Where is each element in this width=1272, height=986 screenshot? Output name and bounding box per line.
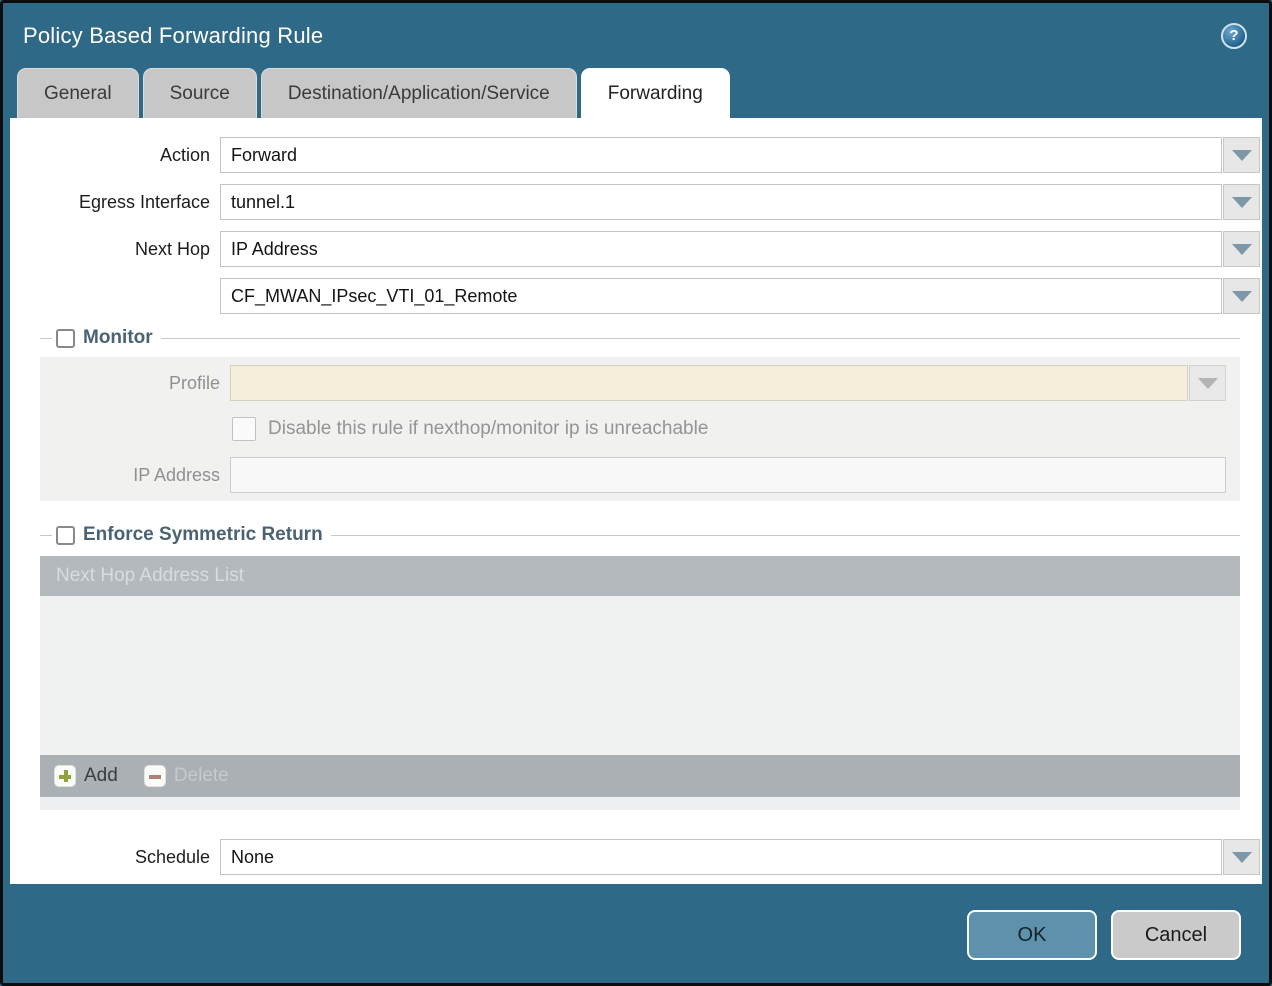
profile-dropdown-button [1189, 365, 1226, 401]
tab-destination-application-service[interactable]: Destination/Application/Service [261, 68, 577, 118]
tab-forwarding[interactable]: Forwarding [581, 68, 730, 118]
delete-button[interactable]: Delete [144, 765, 229, 787]
egress-interface-input[interactable]: tunnel.1 [220, 184, 1222, 220]
action-label: Action [10, 145, 210, 166]
cancel-button[interactable]: Cancel [1111, 910, 1241, 960]
profile-input [230, 365, 1188, 401]
dialog-titlebar: Policy Based Forwarding Rule ? [3, 3, 1269, 68]
dialog-title: Policy Based Forwarding Rule [23, 23, 323, 49]
enforce-symmetric-return-checkbox[interactable] [56, 526, 75, 545]
dialog-footer: OK Cancel [3, 884, 1269, 983]
schedule-dropdown-button[interactable] [1223, 839, 1260, 875]
forwarding-tab-panel: Action Forward Egress Interface tunnel.1… [10, 118, 1262, 884]
next-hop-address-list-table: Next Hop Address List Add Delete [40, 556, 1240, 810]
monitor-group: Monitor Profile Disable this rule if nex… [40, 325, 1240, 501]
monitor-ip-address-row: IP Address [40, 457, 1226, 493]
disable-rule-row: Disable this rule if nexthop/monitor ip … [40, 415, 1226, 443]
next-hop-label: Next Hop [10, 239, 210, 260]
delete-button-label: Delete [174, 765, 229, 787]
next-hop-address-list-column-header[interactable]: Next Hop Address List [40, 556, 1240, 596]
legend-line [40, 338, 52, 339]
action-row: Action Forward [10, 137, 1260, 173]
chevron-down-icon [1232, 150, 1252, 161]
next-hop-dropdown-button[interactable] [1223, 231, 1260, 267]
egress-interface-combobox: tunnel.1 [220, 184, 1260, 220]
add-button[interactable]: Add [54, 765, 118, 787]
enforce-symmetric-return-group: Enforce Symmetric Return Next Hop Addres… [40, 522, 1240, 810]
next-hop-address-row: CF_MWAN_IPsec_VTI_01_Remote [10, 278, 1260, 314]
next-hop-type-input[interactable]: IP Address [220, 231, 1222, 267]
enforce-symmetric-return-legend: Enforce Symmetric Return [40, 522, 1240, 548]
enforce-symmetric-return-legend-label: Enforce Symmetric Return [83, 524, 331, 546]
disable-rule-label: Disable this rule if nexthop/monitor ip … [268, 418, 708, 440]
monitor-ip-address-field [230, 457, 1226, 493]
egress-interface-label: Egress Interface [10, 192, 210, 213]
profile-row: Profile [40, 365, 1226, 401]
chevron-down-icon [1232, 244, 1252, 255]
add-button-label: Add [84, 765, 118, 787]
profile-combobox [230, 365, 1226, 401]
action-combobox: Forward [220, 137, 1260, 173]
plus-icon [54, 765, 76, 787]
legend-line [40, 535, 52, 536]
schedule-row: Schedule None [10, 839, 1260, 875]
monitor-legend-label: Monitor [83, 327, 161, 349]
monitor-ip-address-input [230, 457, 1226, 493]
schedule-input[interactable]: None [220, 839, 1222, 875]
profile-label: Profile [40, 373, 220, 394]
ok-button[interactable]: OK [967, 910, 1097, 960]
chevron-down-icon [1232, 291, 1252, 302]
chevron-down-icon [1232, 852, 1252, 863]
action-input[interactable]: Forward [220, 137, 1222, 173]
egress-interface-row: Egress Interface tunnel.1 [10, 184, 1260, 220]
monitor-checkbox[interactable] [56, 329, 75, 348]
monitor-panel: Profile Disable this rule if nexthop/mon… [40, 357, 1240, 501]
schedule-label: Schedule [10, 847, 210, 868]
minus-icon [144, 765, 166, 787]
monitor-ip-address-label: IP Address [40, 465, 220, 486]
tab-general[interactable]: General [17, 68, 139, 118]
action-dropdown-button[interactable] [1223, 137, 1260, 173]
schedule-combobox: None [220, 839, 1260, 875]
next-hop-address-list-body[interactable] [40, 596, 1240, 755]
monitor-legend: Monitor [40, 325, 1240, 351]
disable-rule-checkbox [232, 417, 256, 441]
next-hop-address-list-toolbar: Add Delete [40, 755, 1240, 797]
legend-line [331, 535, 1240, 536]
tab-bar: General Source Destination/Application/S… [3, 68, 1269, 118]
legend-line [161, 338, 1240, 339]
next-hop-address-dropdown-button[interactable] [1223, 278, 1260, 314]
chevron-down-icon [1232, 197, 1252, 208]
chevron-down-icon [1198, 378, 1218, 389]
egress-interface-dropdown-button[interactable] [1223, 184, 1260, 220]
next-hop-combobox: IP Address [220, 231, 1260, 267]
help-icon[interactable]: ? [1221, 23, 1247, 49]
tab-source[interactable]: Source [143, 68, 257, 118]
next-hop-address-combobox: CF_MWAN_IPsec_VTI_01_Remote [220, 278, 1260, 314]
next-hop-address-input[interactable]: CF_MWAN_IPsec_VTI_01_Remote [220, 278, 1222, 314]
next-hop-row: Next Hop IP Address [10, 231, 1260, 267]
